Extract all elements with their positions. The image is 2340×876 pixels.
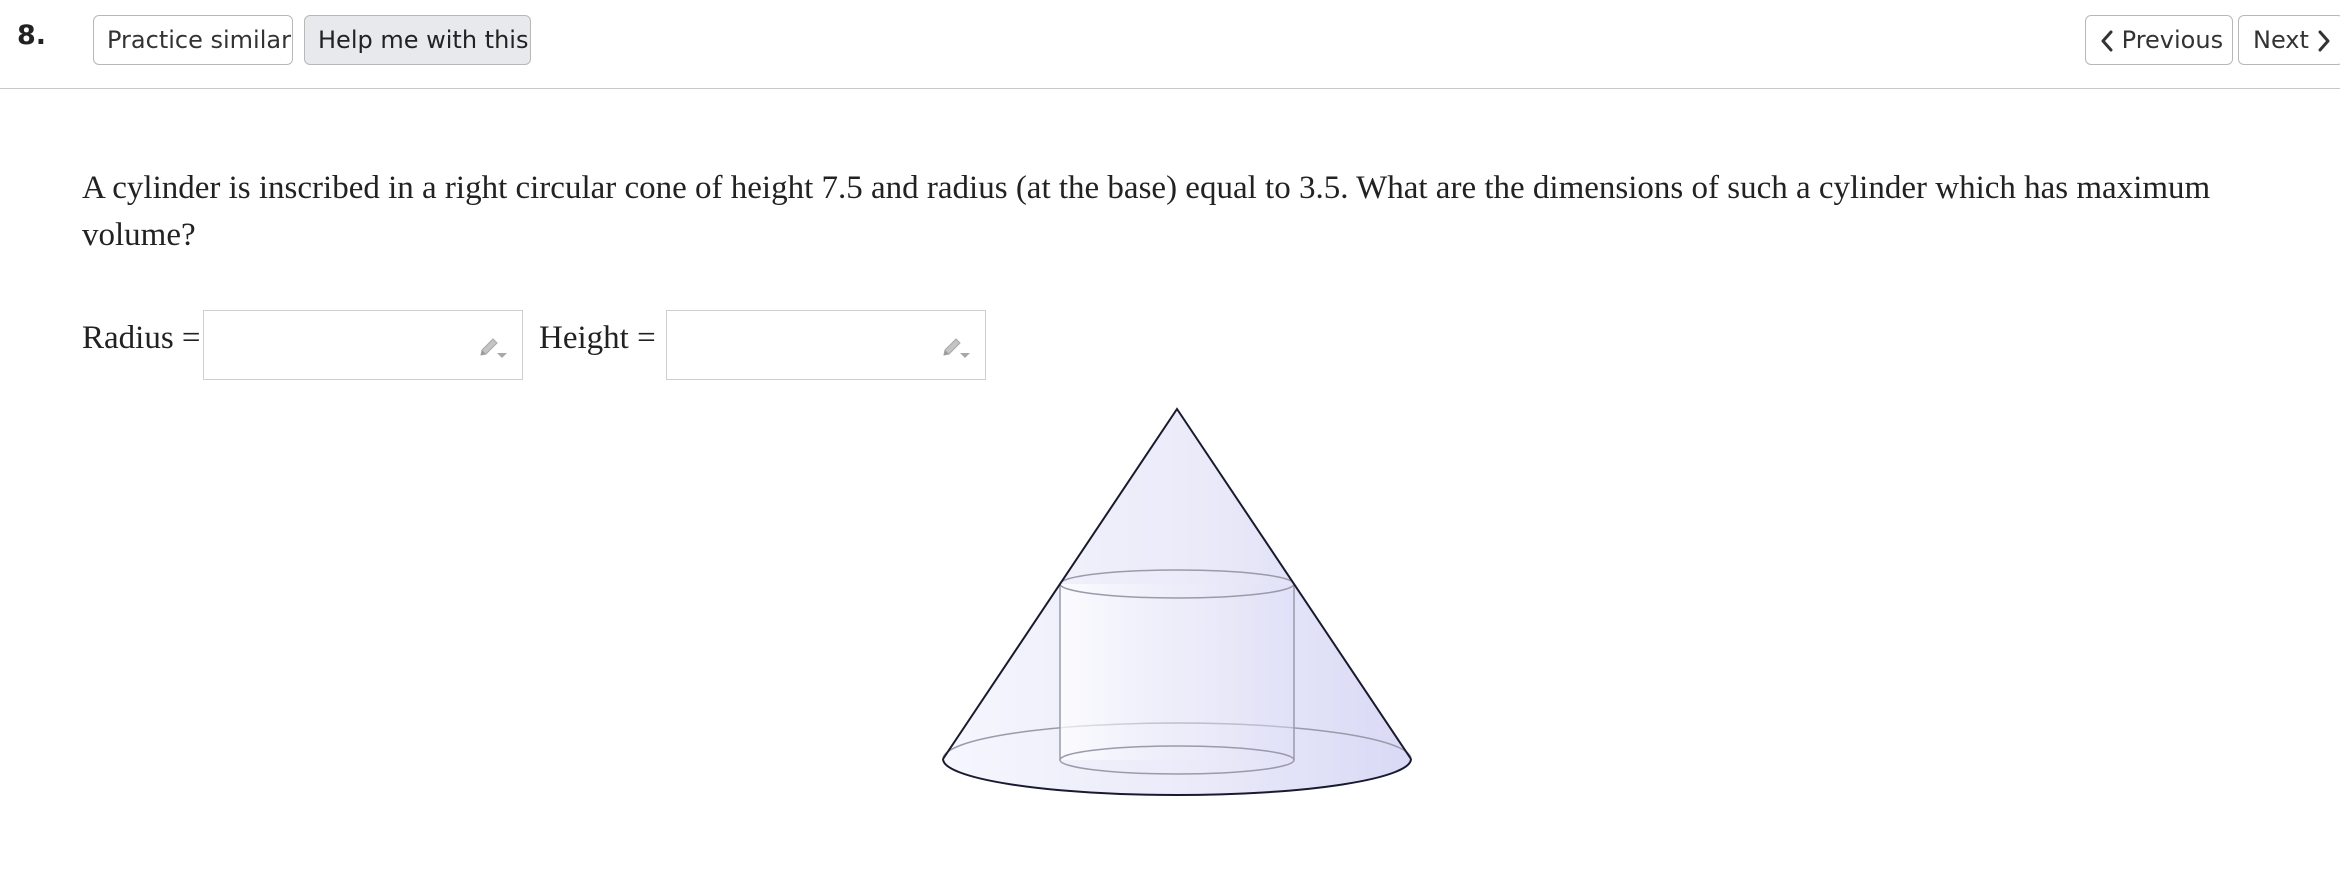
radius-label: Radius = bbox=[82, 320, 201, 356]
next-button[interactable]: Next bbox=[2238, 15, 2340, 65]
previous-button[interactable]: Previous bbox=[2085, 15, 2233, 65]
top-toolbar: 8. Practice similar Help me with this Pr… bbox=[0, 0, 2340, 89]
previous-label: Previous bbox=[2121, 26, 2224, 54]
question-number: 8. bbox=[17, 20, 47, 51]
next-label: Next bbox=[2253, 26, 2309, 54]
pencil-dropdown-icon[interactable] bbox=[941, 335, 971, 361]
cone-cylinder-diagram bbox=[942, 407, 1412, 796]
chevron-right-icon bbox=[2318, 30, 2330, 52]
pencil-dropdown-icon[interactable] bbox=[478, 335, 508, 361]
chevron-left-icon bbox=[2101, 30, 2113, 52]
height-input[interactable] bbox=[666, 310, 986, 380]
cylinder-body bbox=[1060, 584, 1294, 760]
help-me-button[interactable]: Help me with this bbox=[304, 15, 531, 65]
practice-similar-button[interactable]: Practice similar bbox=[93, 15, 293, 65]
question-text: A cylinder is inscribed in a right circu… bbox=[82, 170, 2211, 253]
radius-input[interactable] bbox=[203, 310, 523, 380]
height-label: Height = bbox=[539, 320, 656, 356]
